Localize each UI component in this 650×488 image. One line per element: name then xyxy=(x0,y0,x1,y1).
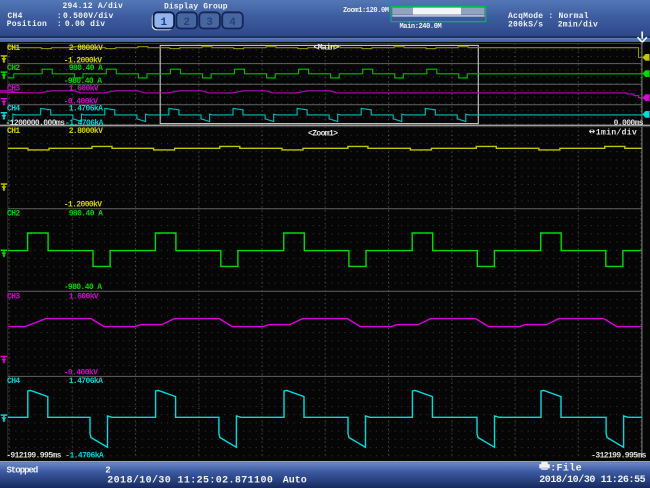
svg-text:<Zoom1>: <Zoom1> xyxy=(308,129,338,138)
svg-text:Auto: Auto xyxy=(283,475,307,486)
svg-text:-1200000.000ms: -1200000.000ms xyxy=(6,119,66,128)
svg-text::: : xyxy=(57,20,62,29)
svg-text:CH3: CH3 xyxy=(7,84,20,93)
svg-text:CH4: CH4 xyxy=(7,377,20,386)
svg-text:Display Group: Display Group xyxy=(164,3,228,12)
svg-text:2: 2 xyxy=(183,17,190,29)
svg-text:3: 3 xyxy=(206,17,213,29)
svg-text:1.4706kA: 1.4706kA xyxy=(69,377,103,386)
svg-text:2018/10/30 11:25:02.871100: 2018/10/30 11:25:02.871100 xyxy=(107,474,273,486)
svg-text:-1.2000kV: -1.2000kV xyxy=(64,200,103,209)
svg-text:-1.4706kA: -1.4706kA xyxy=(65,451,104,460)
svg-text:980.40 A: 980.40 A xyxy=(69,209,103,218)
svg-text:2min/div: 2min/div xyxy=(558,20,598,29)
svg-text:294.12 A/div: 294.12 A/div xyxy=(63,2,124,11)
svg-text:2.8000kV: 2.8000kV xyxy=(69,127,103,136)
svg-text:-1.4706kA: -1.4706kA xyxy=(65,119,104,128)
svg-text:CH1: CH1 xyxy=(7,44,20,53)
svg-text:CH1: CH1 xyxy=(7,127,20,136)
svg-text:Stopped: Stopped xyxy=(7,465,38,475)
svg-text:1.4706kA: 1.4706kA xyxy=(69,105,103,114)
svg-text:<Main>: <Main> xyxy=(314,44,340,53)
svg-text:2: 2 xyxy=(105,466,110,476)
svg-text:1.600kV: 1.600kV xyxy=(69,84,99,93)
svg-text:CH2: CH2 xyxy=(7,209,20,218)
svg-text:Zoom1:120.0M: Zoom1:120.0M xyxy=(343,7,389,15)
svg-text:2.8000kV: 2.8000kV xyxy=(69,44,103,53)
svg-text:4: 4 xyxy=(229,17,236,29)
svg-text:1.600kV: 1.600kV xyxy=(69,292,99,301)
svg-text:0.000ms: 0.000ms xyxy=(614,119,644,128)
svg-text:Position: Position xyxy=(7,20,47,29)
svg-text:1min/div: 1min/div xyxy=(596,128,637,137)
svg-text:200kS/s: 200kS/s xyxy=(508,20,543,29)
svg-text:CH3: CH3 xyxy=(7,292,20,301)
svg-text:Main:240.0M: Main:240.0M xyxy=(400,23,442,31)
svg-text:2018/10/30 11:26:55: 2018/10/30 11:26:55 xyxy=(539,474,645,486)
svg-text:CH2: CH2 xyxy=(7,64,20,73)
svg-text:1: 1 xyxy=(160,17,167,29)
svg-text:-980.40 A: -980.40 A xyxy=(64,283,103,292)
svg-text:-912199.995ms: -912199.995ms xyxy=(6,451,61,460)
svg-text::File: :File xyxy=(550,462,582,474)
svg-text:980.40 A: 980.40 A xyxy=(69,64,103,73)
svg-text:0.00 div: 0.00 div xyxy=(65,20,105,29)
svg-text:-312199.995ms: -312199.995ms xyxy=(591,451,646,460)
svg-text:CH4: CH4 xyxy=(7,105,20,114)
